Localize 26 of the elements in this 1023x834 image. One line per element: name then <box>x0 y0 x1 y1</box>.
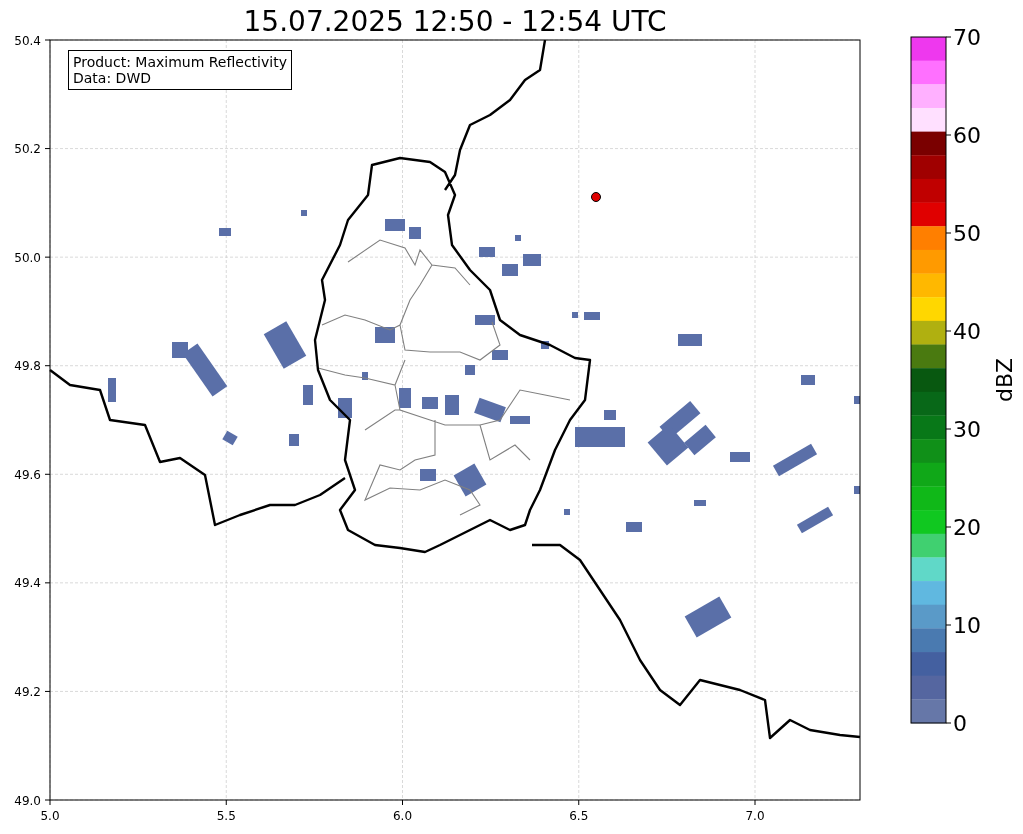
x-tick-label: 5.0 <box>40 809 60 823</box>
x-tick-label: 6.5 <box>569 809 589 823</box>
y-tick-label: 49.0 <box>14 793 41 808</box>
colorbar-tick-label: 70 <box>953 25 981 50</box>
y-tick-label: 50.2 <box>14 142 41 157</box>
y-tick-label: 50.0 <box>14 250 41 265</box>
y-tick-label: 50.4 <box>14 33 41 48</box>
x-tick-label: 6.0 <box>392 809 413 823</box>
colorbar-tick-label: 50 <box>953 221 981 246</box>
annotation-text: Product: Maximum Reflectivity <box>73 54 287 70</box>
y-tick-label: 49.6 <box>14 467 41 482</box>
colorbar-label: dBZ <box>992 357 1017 403</box>
colorbar-tick-label: 0 <box>953 711 967 736</box>
colorbar-tick-label: 30 <box>953 417 981 442</box>
y-tick-label: 49.4 <box>14 576 41 591</box>
x-tick-label: 7.0 <box>745 809 765 823</box>
colorbar-tick-label: 10 <box>953 613 981 638</box>
chart-title: 15.07.2025 12:50 - 12:54 UTC <box>242 4 668 40</box>
colorbar-tick-label: 40 <box>953 319 981 344</box>
y-tick-label: 49.2 <box>14 684 41 699</box>
marker-dot <box>591 192 601 202</box>
colorbar-tick-label: 20 <box>953 515 981 540</box>
annotation-text: Data: DWD <box>73 70 152 86</box>
x-tick-label: 5.5 <box>216 809 236 823</box>
y-tick-label: 49.8 <box>14 359 41 374</box>
colorbar-tick-label: 60 <box>953 123 981 148</box>
